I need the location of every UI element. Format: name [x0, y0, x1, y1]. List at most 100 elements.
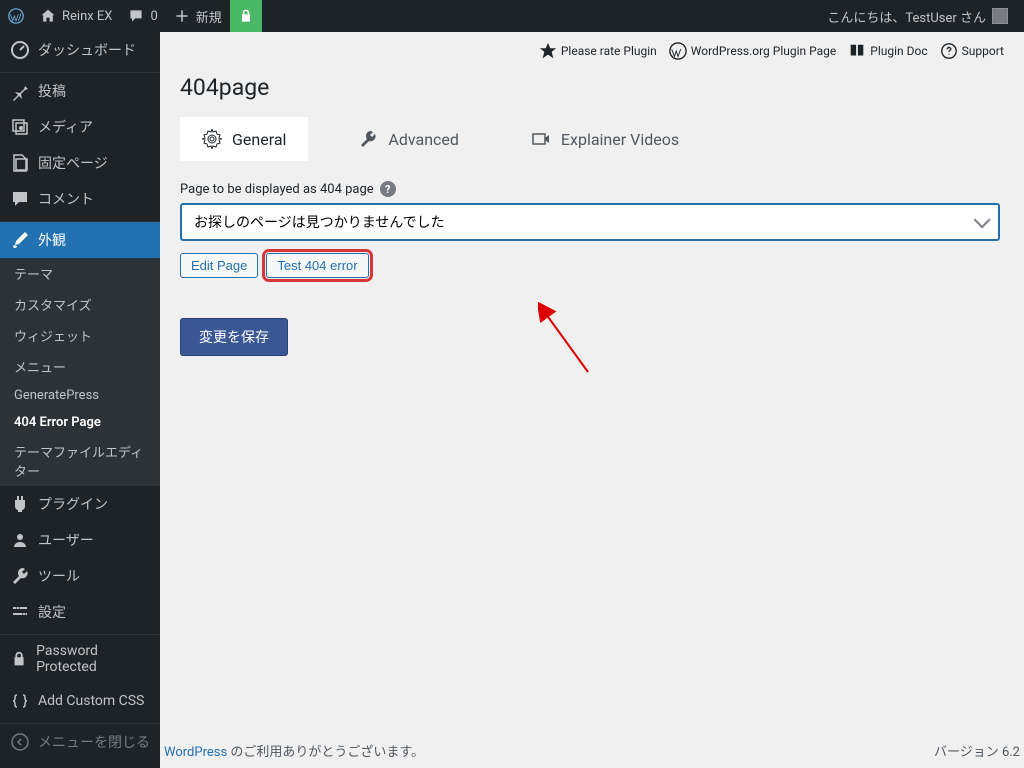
plugin-icon — [10, 494, 30, 514]
menu-dashboard[interactable]: ダッシュボード — [0, 32, 160, 68]
help-icon — [940, 42, 958, 60]
save-button[interactable]: 変更を保存 — [180, 318, 288, 356]
menu-label: Password Protected — [36, 643, 150, 675]
new-label: 新規 — [196, 7, 222, 26]
menu-tools[interactable]: ツール — [0, 558, 160, 594]
menu-label: ユーザー — [38, 530, 94, 550]
menu-pages[interactable]: 固定ページ — [0, 145, 160, 181]
menu-label: ダッシュボード — [38, 40, 136, 60]
menu-label: ツール — [38, 566, 80, 586]
appearance-submenu: テーマ カスタマイズ ウィジェット メニュー GeneratePress 404… — [0, 258, 160, 486]
tab-videos[interactable]: Explainer Videos — [509, 117, 701, 161]
page-icon — [10, 153, 30, 173]
tools-icon — [10, 566, 30, 586]
menu-label: 設定 — [38, 602, 66, 622]
lock-icon — [238, 8, 254, 24]
menu-users[interactable]: ユーザー — [0, 522, 160, 558]
home-icon — [40, 8, 56, 24]
wp-logo[interactable] — [0, 0, 32, 32]
menu-media[interactable]: メディア — [0, 109, 160, 145]
new-link[interactable]: 新規 — [166, 0, 230, 32]
plugin-top-links: Please rate Plugin WordPress.org Plugin … — [180, 32, 1004, 70]
menu-custom-css[interactable]: Add Custom CSS — [0, 683, 160, 719]
wordpress-icon — [669, 42, 687, 60]
menu-label: コメント — [38, 189, 94, 209]
menu-label: メニューを閉じる — [38, 732, 150, 752]
footer: WordPress のご利用ありがとうございます。 バージョン 6.2 — [160, 741, 1024, 760]
field-label: Page to be displayed as 404 page ? — [180, 181, 1004, 197]
menu-label: 投稿 — [38, 81, 66, 101]
site-name: Reinx EX — [62, 9, 112, 24]
menu-posts[interactable]: 投稿 — [0, 73, 160, 109]
rate-link[interactable]: Please rate Plugin — [539, 42, 657, 60]
annotation-arrow — [538, 302, 608, 382]
sub-themes[interactable]: テーマ — [0, 258, 160, 289]
media-icon — [10, 117, 30, 137]
page-select[interactable]: お探しのページは見つかりませんでした — [180, 203, 1000, 241]
users-icon — [10, 530, 30, 550]
menu-plugins[interactable]: プラグイン — [0, 486, 160, 522]
avatar — [992, 8, 1008, 24]
doc-link[interactable]: Plugin Doc — [848, 42, 927, 60]
tab-label: General — [232, 130, 286, 149]
sub-customize[interactable]: カスタマイズ — [0, 289, 160, 320]
link-label: Plugin Doc — [870, 44, 927, 58]
settings-icon — [10, 602, 30, 622]
support-link[interactable]: Support — [940, 42, 1004, 60]
help-icon[interactable]: ? — [380, 181, 396, 197]
label-text: Page to be displayed as 404 page — [180, 182, 374, 197]
star-icon — [539, 42, 557, 60]
menu-label: Add Custom CSS — [38, 693, 144, 709]
wordpress-icon — [8, 8, 24, 24]
pin-icon — [10, 81, 30, 101]
sub-generatepress[interactable]: GeneratePress — [0, 382, 160, 409]
comments-count: 0 — [150, 9, 157, 24]
sub-404[interactable]: 404 Error Page — [0, 409, 160, 436]
menu-label: プラグイン — [38, 494, 108, 514]
test-404-button[interactable]: Test 404 error — [266, 253, 368, 278]
lock-indicator[interactable] — [230, 0, 262, 32]
tab-general[interactable]: General — [180, 117, 308, 161]
lock-icon — [10, 649, 28, 669]
site-link[interactable]: Reinx EX — [32, 0, 120, 32]
sub-widgets[interactable]: ウィジェット — [0, 320, 160, 351]
comments-link[interactable]: 0 — [120, 0, 165, 32]
menu-password-protected[interactable]: Password Protected — [0, 635, 160, 683]
tab-advanced[interactable]: Advanced — [336, 117, 481, 161]
sub-editor[interactable]: テーマファイルエディター — [0, 436, 160, 486]
link-label: Please rate Plugin — [561, 44, 657, 58]
collapse-menu[interactable]: メニューを閉じる — [0, 724, 160, 760]
menu-label: 外観 — [38, 230, 66, 250]
gear-icon — [202, 129, 222, 149]
menu-appearance[interactable]: 外観 — [0, 222, 160, 258]
brush-icon — [10, 230, 30, 250]
wrench-icon — [358, 129, 378, 149]
main-content: Please rate Plugin WordPress.org Plugin … — [160, 32, 1024, 768]
plus-icon — [174, 8, 190, 24]
comment-icon — [128, 8, 144, 24]
select-value: お探しのページは見つかりませんでした — [194, 212, 445, 232]
edit-page-button[interactable]: Edit Page — [180, 253, 258, 278]
tab-label: Advanced — [388, 130, 459, 149]
link-label: Support — [962, 44, 1004, 58]
sub-menus[interactable]: メニュー — [0, 351, 160, 382]
action-buttons: Edit Page Test 404 error — [180, 253, 1004, 278]
menu-settings[interactable]: 設定 — [0, 594, 160, 630]
collapse-icon — [10, 732, 30, 752]
dashboard-icon — [10, 40, 30, 60]
menu-comments[interactable]: コメント — [0, 181, 160, 217]
admin-sidebar: ダッシュボード 投稿 メディア 固定ページ コメント 外観 テーマ カスタマイズ… — [0, 32, 160, 768]
wporg-link[interactable]: WordPress.org Plugin Page — [669, 42, 836, 60]
comment-icon — [10, 189, 30, 209]
admin-bar: Reinx EX 0 新規 こんにちは、TestUser さん — [0, 0, 1024, 32]
link-label: WordPress.org Plugin Page — [691, 44, 836, 58]
wordpress-link[interactable]: WordPress — [164, 745, 227, 760]
thanks-text: のご利用ありがとうございます。 — [227, 745, 424, 760]
version-text: バージョン 6.2 — [934, 741, 1020, 760]
tabs: General Advanced Explainer Videos — [180, 117, 1004, 161]
user-greeting[interactable]: こんにちは、TestUser さん — [819, 0, 1016, 32]
footer-thanks: WordPress のご利用ありがとうございます。 — [164, 741, 424, 760]
menu-label: メディア — [38, 117, 93, 137]
book-icon — [848, 42, 866, 60]
video-icon — [531, 129, 551, 149]
